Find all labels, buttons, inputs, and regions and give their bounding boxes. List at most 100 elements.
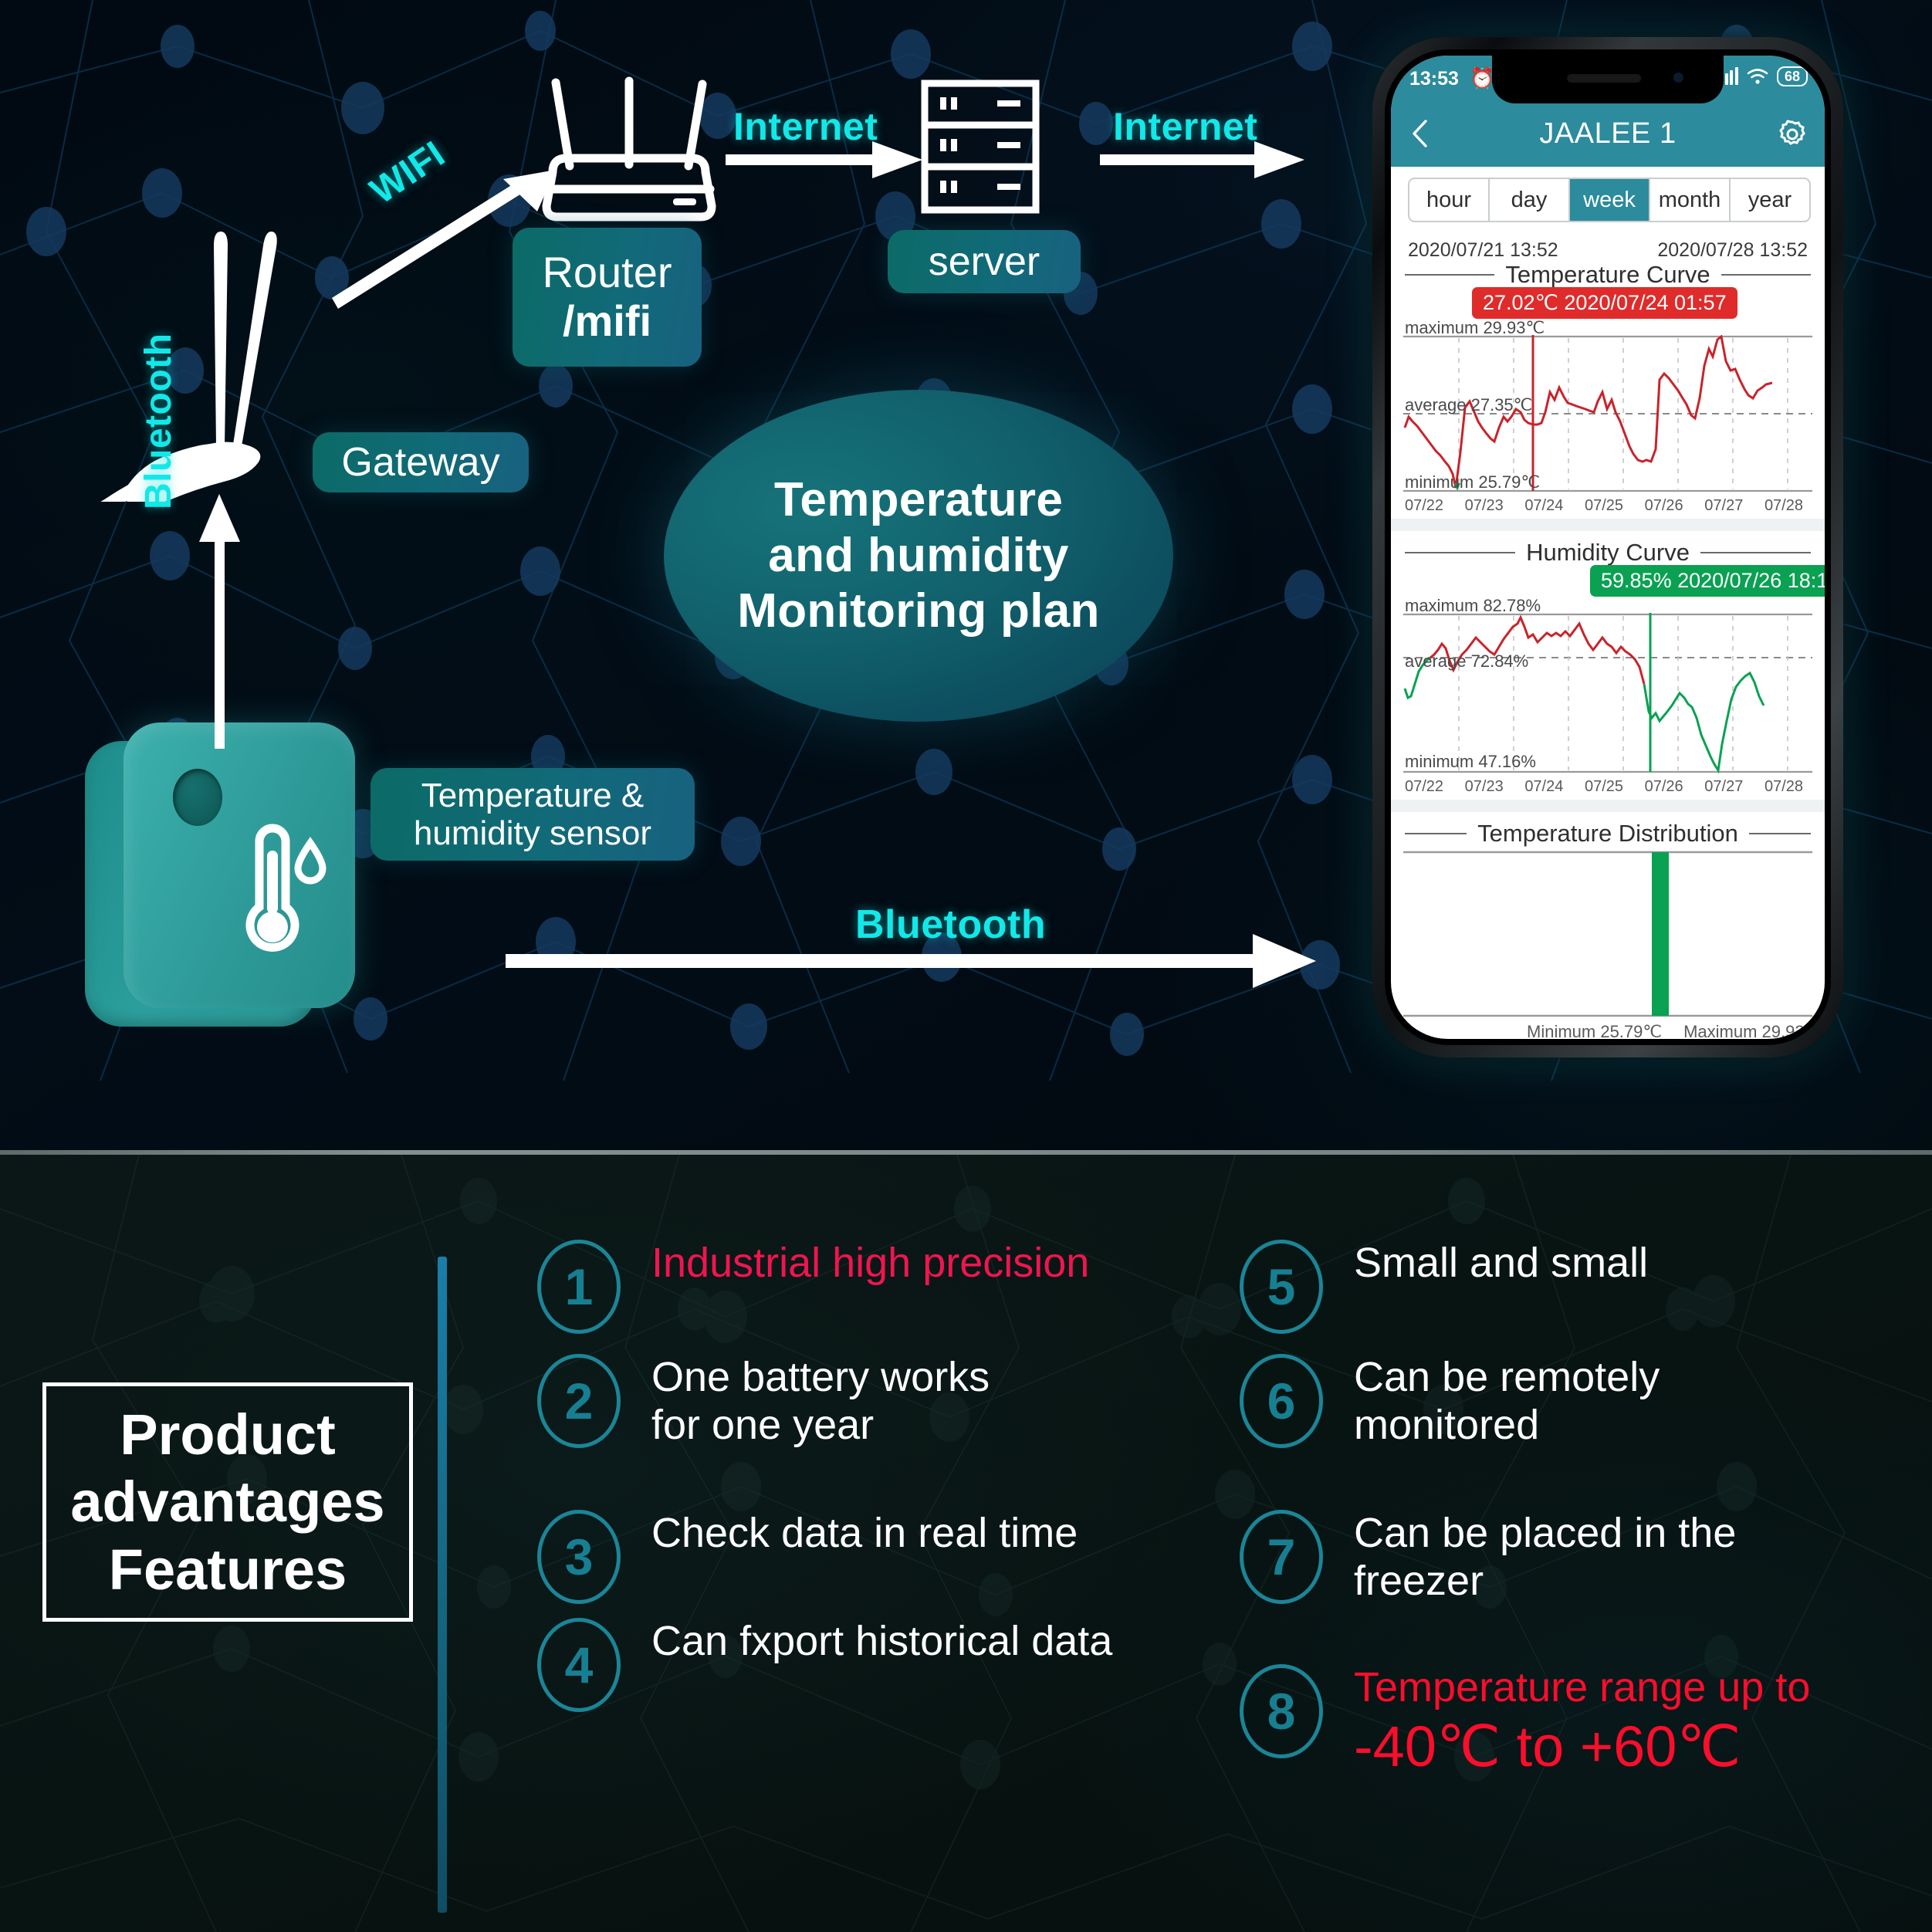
wifi-icon bbox=[1747, 69, 1768, 84]
temperature-distribution-plot bbox=[1403, 851, 1812, 1017]
feature-item-7: 7 Can be placed in the freezer bbox=[1240, 1510, 1919, 1605]
bluetooth-arrow-vertical bbox=[199, 494, 240, 749]
server-rack-icon bbox=[921, 80, 1040, 214]
alarm-clock-icon: ⏰ bbox=[1470, 66, 1495, 90]
date-range-row: 2020/07/21 13:52 2020/07/28 13:52 bbox=[1408, 239, 1808, 262]
internet-label-2: Internet bbox=[1113, 105, 1258, 148]
humidity-curve-plot bbox=[1403, 613, 1812, 773]
segment-year[interactable]: year bbox=[1731, 179, 1809, 221]
feature-text-7: Can be placed in the freezer bbox=[1354, 1510, 1736, 1605]
center-title-line1: Temperature bbox=[773, 473, 1064, 527]
feature-text-7-line2: freezer bbox=[1354, 1557, 1484, 1604]
temperature-distribution-title-text: Temperature Distribution bbox=[1477, 820, 1738, 847]
humidity-curve-title: Humidity Curve bbox=[1405, 539, 1812, 567]
infographic-root: Gateway Router /mifi server Temperature … bbox=[0, 0, 1932, 1932]
internet-label-1: Internet bbox=[733, 105, 878, 148]
sensor-label: Temperature & humidity sensor bbox=[370, 768, 695, 861]
segment-hour[interactable]: hour bbox=[1409, 179, 1490, 221]
feature-number-8: 8 bbox=[1240, 1664, 1323, 1758]
feature-item-1: 1 Industrial high precision bbox=[537, 1240, 1232, 1334]
front-camera bbox=[1673, 73, 1683, 83]
temperature-curve-title-text: Temperature Curve bbox=[1505, 261, 1710, 288]
hum-xtick-2: 07/24 bbox=[1524, 778, 1564, 795]
product-title-line2: advantages bbox=[70, 1470, 385, 1534]
feature-text-6: Can be remotely monitored bbox=[1354, 1354, 1660, 1449]
feature-text-8-line1: Temperature range up to bbox=[1354, 1664, 1811, 1710]
temp-xtick-0: 07/22 bbox=[1405, 497, 1444, 514]
feature-item-3: 3 Check data in real time bbox=[537, 1510, 1232, 1604]
feature-number-1: 1 bbox=[537, 1240, 621, 1334]
feature-text-2-line2: for one year bbox=[651, 1401, 875, 1448]
segment-month[interactable]: month bbox=[1650, 179, 1731, 221]
temp-xtick-6: 07/28 bbox=[1764, 497, 1803, 514]
segment-day[interactable]: day bbox=[1490, 179, 1570, 221]
hum-xtick-4: 07/26 bbox=[1644, 778, 1683, 795]
feature-text-1: Industrial high precision bbox=[651, 1240, 1090, 1286]
bluetooth-label-vertical: Bluetooth bbox=[137, 333, 180, 509]
center-title-line2: and humidity bbox=[768, 529, 1069, 583]
product-title-line3: Features bbox=[108, 1537, 347, 1602]
sensor-label-line2: humidity sensor bbox=[413, 814, 652, 852]
title-rule-right bbox=[1721, 274, 1811, 276]
feature-item-6: 6 Can be remotely monitored bbox=[1240, 1354, 1919, 1449]
hum-xtick-3: 07/25 bbox=[1584, 778, 1624, 795]
status-time: 13:53 bbox=[1409, 68, 1459, 90]
bluetooth-vertical-text: Bluetooth bbox=[138, 333, 179, 509]
temperature-tooltip: 27.02℃ 2020/07/24 01:57 bbox=[1472, 287, 1737, 319]
feature-text-6-line1: Can be remotely bbox=[1354, 1354, 1660, 1400]
feature-text-8-line2: -40℃ to +60℃ bbox=[1354, 1714, 1741, 1778]
feature-item-8: 8 Temperature range up to -40℃ to +60℃ bbox=[1240, 1664, 1919, 1778]
title-rule-right bbox=[1748, 833, 1812, 834]
time-range-segmented-control[interactable]: hour day week month year bbox=[1408, 178, 1811, 222]
temperature-max-label: maximum 29.93℃ bbox=[1405, 318, 1545, 337]
humidity-curve-title-text: Humidity Curve bbox=[1526, 539, 1690, 566]
feature-number-6: 6 bbox=[1240, 1354, 1323, 1448]
app-title: JAALEE 1 bbox=[1539, 117, 1677, 150]
segment-week[interactable]: week bbox=[1570, 179, 1650, 221]
section-gap-2 bbox=[1391, 800, 1825, 812]
temp-xtick-5: 07/27 bbox=[1704, 497, 1744, 514]
hum-xtick-6: 07/28 bbox=[1764, 778, 1803, 795]
center-plan-ellipse: Temperature and humidity Monitoring plan bbox=[664, 390, 1173, 722]
gear-icon[interactable] bbox=[1777, 119, 1808, 150]
vertical-accent-bar bbox=[438, 1257, 447, 1913]
feature-text-5: Small and small bbox=[1354, 1240, 1649, 1286]
title-rule-left bbox=[1405, 833, 1467, 834]
temperature-xticks: 07/22 07/23 07/24 07/25 07/26 07/27 07/2… bbox=[1405, 497, 1803, 515]
temperature-distribution-footer: Minimum 25.79℃ Maximum 29.93℃ bbox=[1527, 1022, 1823, 1039]
product-advantages-section: Product advantages Features 1 Industrial… bbox=[0, 1155, 1932, 1932]
feature-text-7-line1: Can be placed in the bbox=[1354, 1510, 1737, 1556]
temperature-min-label: minimum 25.79℃ bbox=[1405, 472, 1541, 492]
humidity-xticks: 07/22 07/23 07/24 07/25 07/26 07/27 07/2… bbox=[1405, 778, 1803, 796]
temp-xtick-3: 07/25 bbox=[1584, 497, 1624, 514]
feature-text-2: One battery works for one year bbox=[651, 1354, 990, 1449]
feature-item-2: 2 One battery works for one year bbox=[537, 1354, 1232, 1449]
temp-xtick-1: 07/23 bbox=[1464, 497, 1504, 514]
feature-number-3: 3 bbox=[537, 1510, 621, 1604]
distribution-maximum: Maximum 29.93℃ bbox=[1683, 1022, 1824, 1039]
gateway-label: Gateway bbox=[313, 432, 529, 492]
temp-xtick-4: 07/26 bbox=[1644, 497, 1683, 514]
feature-text-6-line2: monitored bbox=[1354, 1401, 1540, 1448]
router-label-line2: /mifi bbox=[562, 296, 652, 345]
humidity-min-label: minimum 47.16% bbox=[1405, 752, 1536, 771]
feature-item-4: 4 Can fxport historical data bbox=[537, 1618, 1232, 1712]
app-bar: JAALEE 1 bbox=[1391, 103, 1825, 167]
temp-xtick-2: 07/24 bbox=[1524, 497, 1564, 514]
feature-text-3: Check data in real time bbox=[651, 1510, 1078, 1556]
temperature-humidity-sensor-device bbox=[77, 718, 425, 1042]
phone-inner-frame: 13:53 ⏰ 68 JAALEE 1 hour day week month … bbox=[1385, 49, 1831, 1045]
range-end: 2020/07/28 13:52 bbox=[1657, 239, 1808, 261]
feature-text-4: Can fxport historical data bbox=[651, 1618, 1113, 1664]
hum-xtick-5: 07/27 bbox=[1704, 778, 1744, 795]
feature-number-4: 4 bbox=[537, 1618, 621, 1712]
humidity-avg-label: average 72.84% bbox=[1405, 651, 1529, 671]
product-advantages-box: Product advantages Features bbox=[42, 1382, 413, 1622]
feature-number-2: 2 bbox=[537, 1354, 621, 1448]
network-diagram-section: Gateway Router /mifi server Temperature … bbox=[0, 0, 1932, 1155]
earpiece-speaker bbox=[1567, 74, 1642, 83]
humidity-tooltip: 59.85% 2020/07/26 18:17 bbox=[1590, 565, 1825, 597]
server-label: server bbox=[888, 230, 1081, 293]
temperature-distribution-title: Temperature Distribution bbox=[1405, 820, 1812, 848]
title-rule-left bbox=[1405, 274, 1495, 276]
